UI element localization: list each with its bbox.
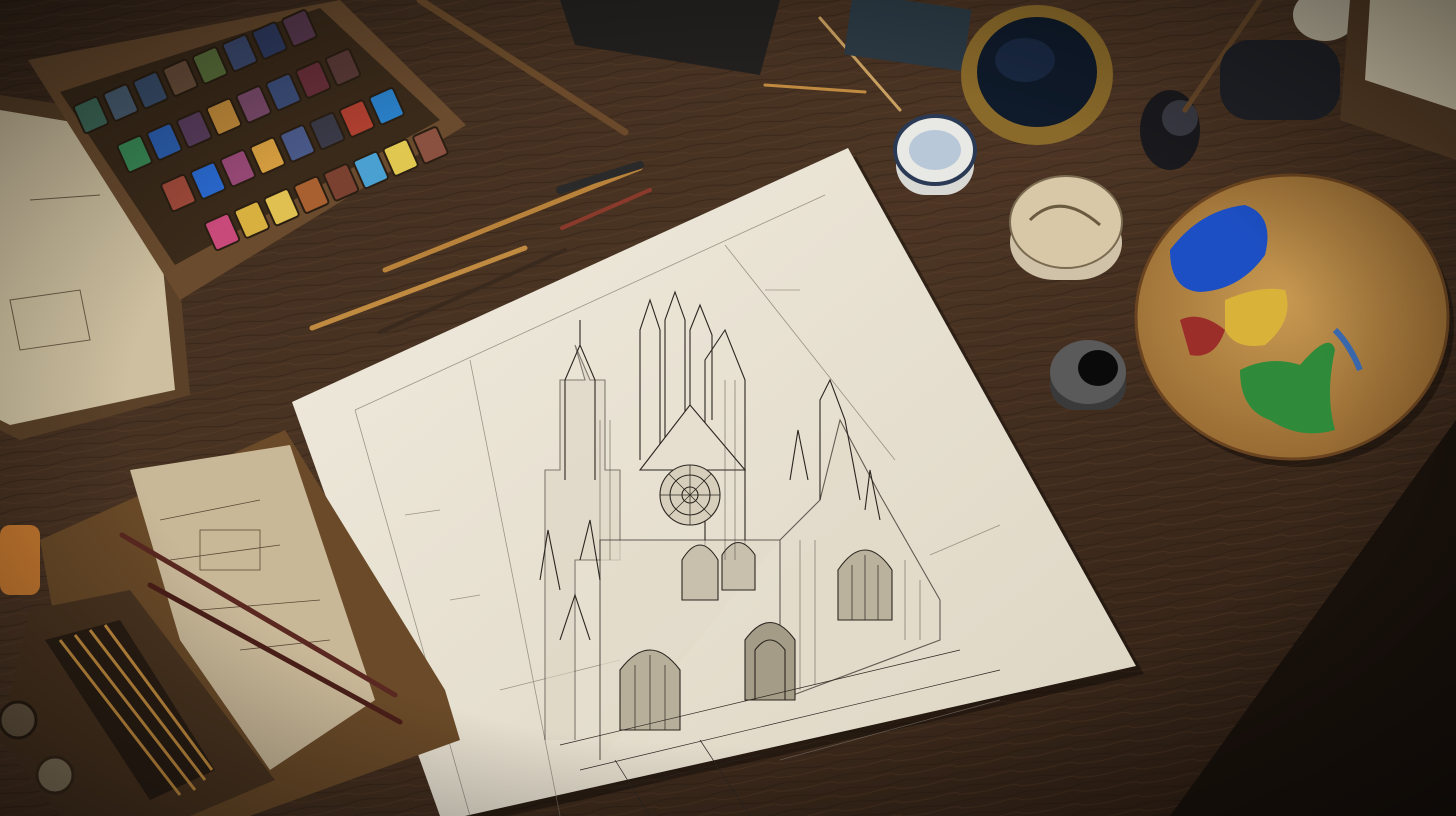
vignette-overlay bbox=[0, 0, 1456, 816]
artist-desk-scene bbox=[0, 0, 1456, 816]
scene-svg bbox=[0, 0, 1456, 816]
